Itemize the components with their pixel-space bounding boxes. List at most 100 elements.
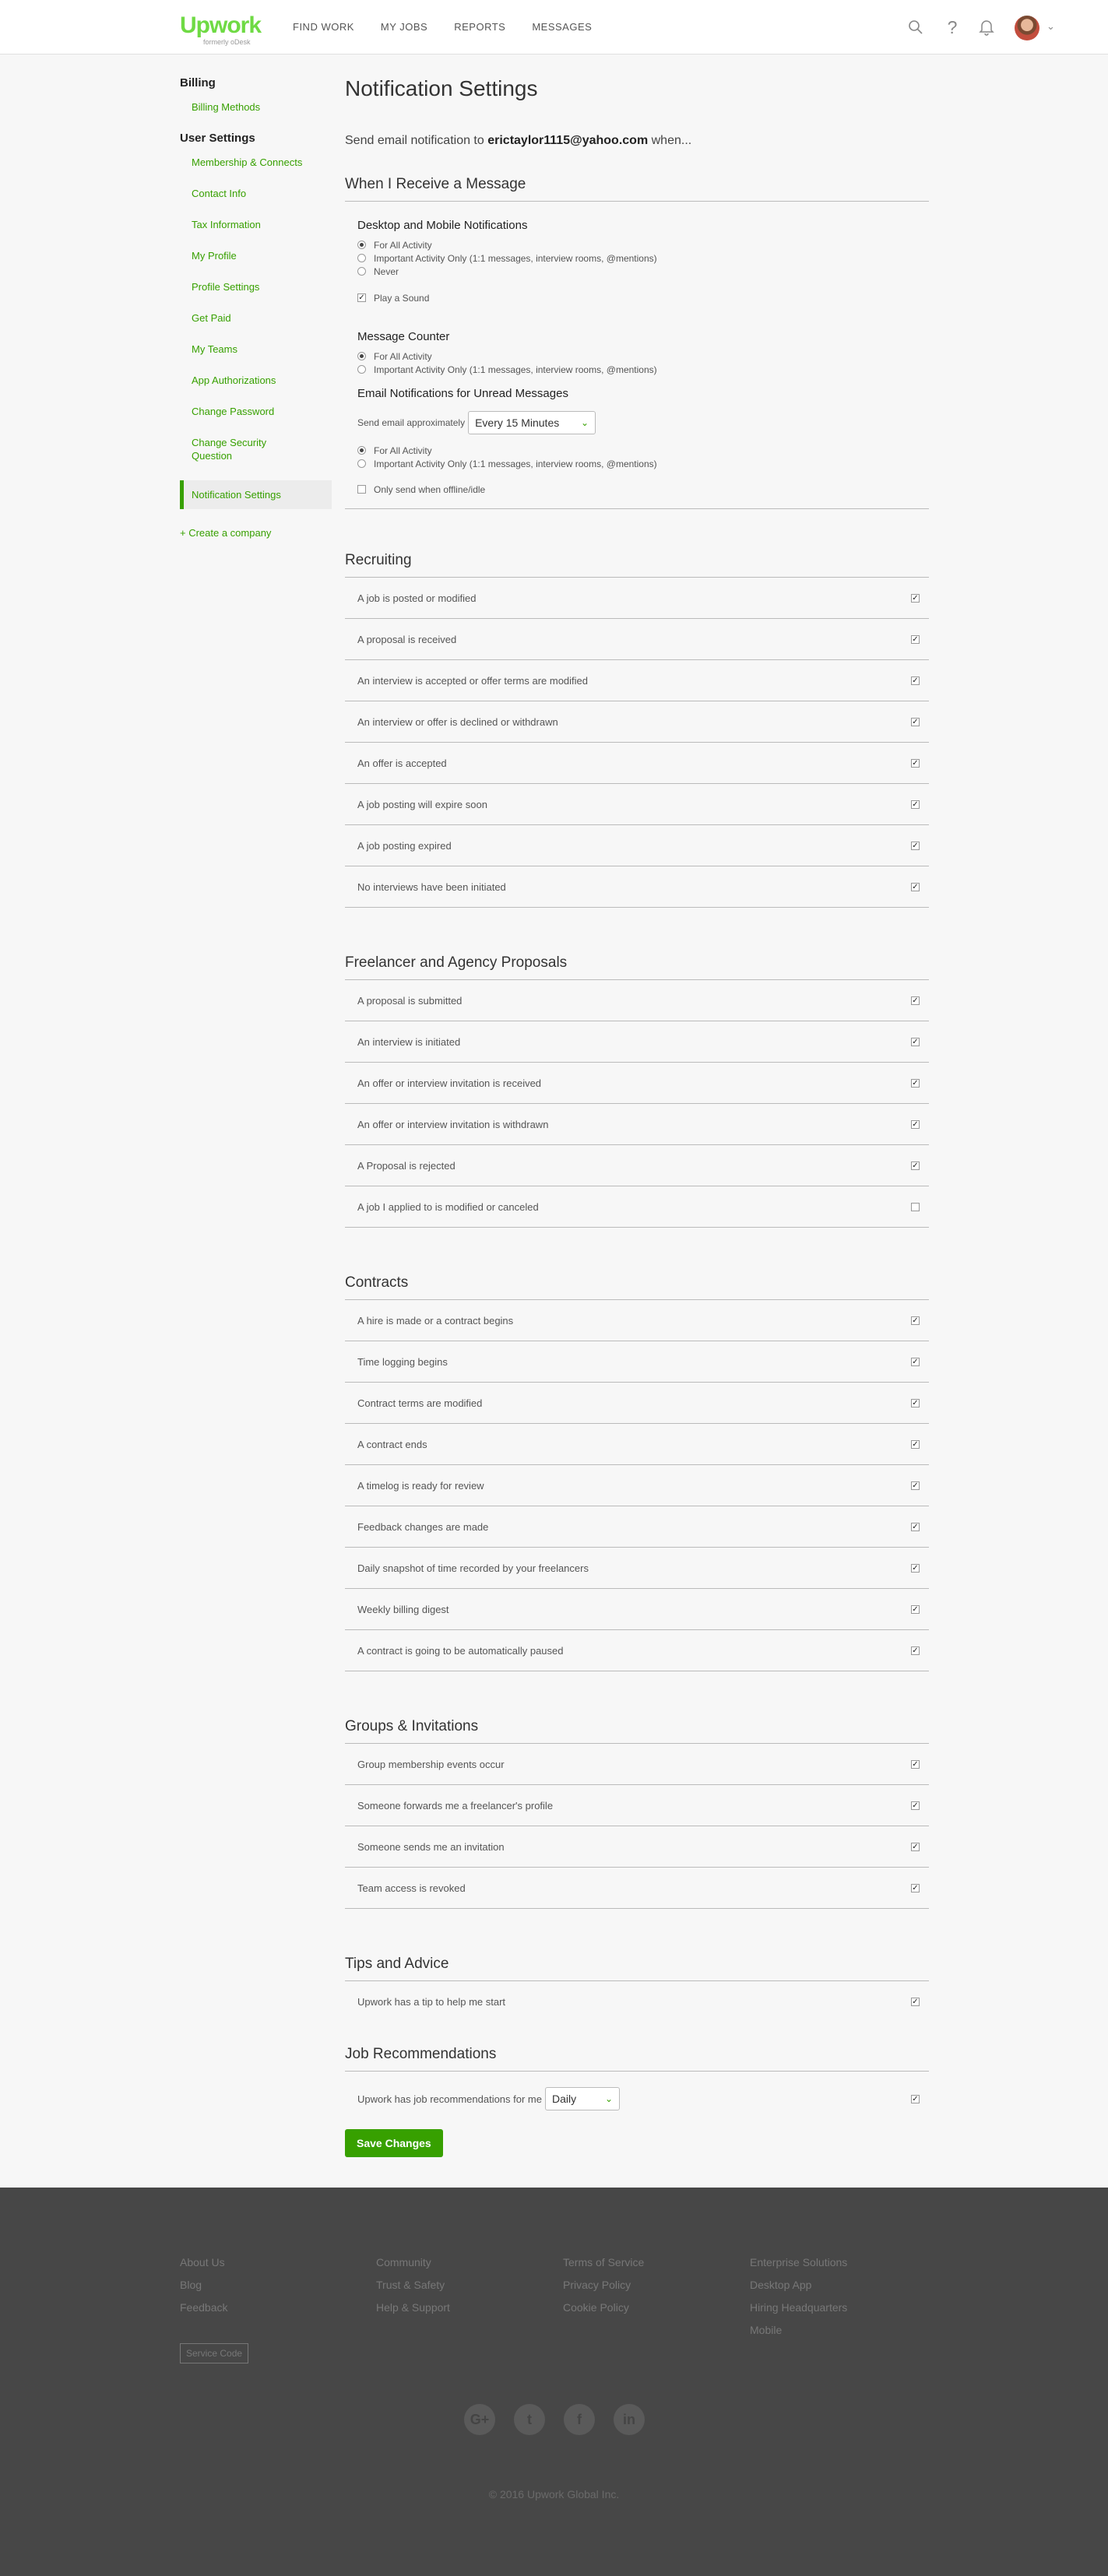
checkbox-checked[interactable]: ✓ [911,841,920,850]
user-avatar[interactable] [1015,16,1039,40]
proposals-row[interactable]: An offer or interview invitation is with… [345,1104,929,1145]
checkbox-checked[interactable]: ✓ [911,1604,920,1614]
radio-unselected[interactable] [357,459,366,468]
proposals-row[interactable]: An offer or interview invitation is rece… [345,1063,929,1104]
twitter-icon[interactable]: t [514,2404,545,2435]
checkbox-checked[interactable]: ✓ [911,1759,920,1769]
groups-row[interactable]: Team access is revoked ✓ [345,1868,929,1909]
footer-link-trust-safety[interactable]: Trust & Safety [376,2279,450,2291]
sidebar-item-app-authorizations[interactable]: App Authorizations [180,374,332,387]
footer-link-mobile[interactable]: Mobile [750,2324,847,2336]
radio-unselected[interactable] [357,254,366,262]
checkbox-checked[interactable]: ✓ [911,634,920,644]
recruiting-row[interactable]: A job posting will expire soon ✓ [345,784,929,825]
radio-unselected[interactable] [357,365,366,374]
footer-link-blog[interactable]: Blog [180,2279,227,2291]
sidebar-item-notification-settings[interactable]: Notification Settings [180,480,332,509]
checkbox-checked[interactable]: ✓ [911,1078,920,1088]
nav-messages[interactable]: MESSAGES [532,21,592,33]
facebook-icon[interactable]: f [564,2404,595,2435]
counter-option-important[interactable]: Important Activity Only (1:1 messages, i… [357,363,929,376]
recruiting-row[interactable]: A job is posted or modified ✓ [345,578,929,619]
checkbox-checked[interactable]: ✓ [911,593,920,603]
checkbox-checked[interactable]: ✓ [911,676,920,685]
sidebar-item-change-password[interactable]: Change Password [180,405,332,418]
offline-only-option[interactable]: Only send when offline/idle [357,483,929,496]
checkbox-checked[interactable]: ✓ [911,1481,920,1490]
nav-my-jobs[interactable]: MY JOBS [381,21,427,33]
checkbox-checked[interactable]: ✓ [911,800,920,809]
checkbox-checked[interactable]: ✓ [911,1439,920,1449]
bell-icon[interactable] [976,17,997,37]
footer-link-desktop-app[interactable]: Desktop App [750,2279,847,2291]
checkbox-unchecked[interactable] [911,1202,920,1211]
desktop-option-never[interactable]: Never [357,265,929,278]
upwork-logo[interactable]: Upwork formerly oDesk [180,14,262,47]
contracts-row[interactable]: A hire is made or a contract begins ✓ [345,1300,929,1341]
groups-row[interactable]: Someone sends me an invitation ✓ [345,1826,929,1868]
email-frequency-select[interactable]: Every 15 Minutes ⌄ [468,411,596,434]
contracts-row[interactable]: Feedback changes are made ✓ [345,1506,929,1548]
footer-link-cookie[interactable]: Cookie Policy [563,2301,644,2314]
create-company-link[interactable]: + Create a company [180,527,332,539]
sidebar-item-membership[interactable]: Membership & Connects [180,156,332,169]
checkbox-checked[interactable]: ✓ [911,996,920,1005]
checkbox-checked[interactable]: ✓ [911,2094,920,2103]
proposals-row[interactable]: A Proposal is rejected ✓ [345,1145,929,1186]
proposals-row[interactable]: An interview is initiated ✓ [345,1021,929,1063]
help-icon[interactable]: ? [942,17,962,37]
google-plus-icon[interactable]: G+ [464,2404,495,2435]
checkbox-checked[interactable]: ✓ [911,1842,920,1851]
play-sound-option[interactable]: ✓ Play a Sound [357,291,929,304]
search-icon[interactable] [906,17,926,37]
groups-row[interactable]: Group membership events occur ✓ [345,1744,929,1785]
sidebar-item-get-paid[interactable]: Get Paid [180,311,332,325]
checkbox-checked[interactable]: ✓ [911,1883,920,1892]
contracts-row[interactable]: Daily snapshot of time recorded by your … [345,1548,929,1589]
footer-link-about[interactable]: About Us [180,2256,227,2268]
checkbox-checked[interactable]: ✓ [911,758,920,768]
recruiting-row[interactable]: An interview or offer is declined or wit… [345,701,929,743]
nav-find-work[interactable]: FIND WORK [293,21,354,33]
sidebar-item-tax-information[interactable]: Tax Information [180,218,332,231]
linkedin-icon[interactable]: in [614,2404,645,2435]
job-recommendations-row[interactable]: Upwork has job recommendations for me Da… [345,2072,929,2126]
sidebar-item-my-teams[interactable]: My Teams [180,343,332,356]
checkbox-checked[interactable]: ✓ [911,1563,920,1573]
footer-link-help-support[interactable]: Help & Support [376,2301,450,2314]
service-code-button[interactable]: Service Code [180,2343,249,2363]
checkbox-checked[interactable]: ✓ [911,1119,920,1129]
job-frequency-select[interactable]: Daily ⌄ [545,2087,620,2110]
contracts-row[interactable]: Time logging begins ✓ [345,1341,929,1383]
recruiting-row[interactable]: An interview is accepted or offer terms … [345,660,929,701]
contracts-row[interactable]: A contract ends ✓ [345,1424,929,1465]
checkbox-checked[interactable]: ✓ [911,882,920,891]
radio-unselected[interactable] [357,267,366,276]
checkbox-checked[interactable]: ✓ [911,1316,920,1325]
contracts-row[interactable]: Contract terms are modified ✓ [345,1383,929,1424]
recruiting-row[interactable]: A proposal is received ✓ [345,619,929,660]
save-changes-button[interactable]: Save Changes [345,2129,443,2157]
email-option-all[interactable]: For All Activity [357,444,929,457]
footer-link-hiring-hq[interactable]: Hiring Headquarters [750,2301,847,2314]
contracts-row[interactable]: Weekly billing digest ✓ [345,1589,929,1630]
checkbox-checked[interactable]: ✓ [911,1801,920,1810]
proposals-row[interactable]: A proposal is submitted ✓ [345,980,929,1021]
footer-link-privacy[interactable]: Privacy Policy [563,2279,644,2291]
checkbox-checked[interactable]: ✓ [357,293,366,302]
checkbox-checked[interactable]: ✓ [911,1161,920,1170]
checkbox-checked[interactable]: ✓ [911,1398,920,1407]
counter-option-all[interactable]: For All Activity [357,350,929,363]
footer-link-community[interactable]: Community [376,2256,450,2268]
checkbox-unchecked[interactable] [357,485,366,494]
radio-selected[interactable] [357,446,366,455]
recruiting-row[interactable]: No interviews have been initiated ✓ [345,866,929,908]
sidebar-item-change-security-question[interactable]: Change Security Question [180,436,273,462]
chevron-down-icon[interactable]: ⌄ [1046,20,1055,33]
desktop-option-important[interactable]: Important Activity Only (1:1 messages, i… [357,251,929,265]
footer-link-enterprise[interactable]: Enterprise Solutions [750,2256,847,2268]
sidebar-item-contact-info[interactable]: Contact Info [180,187,332,200]
checkbox-checked[interactable]: ✓ [911,717,920,726]
nav-reports[interactable]: REPORTS [454,21,505,33]
checkbox-checked[interactable]: ✓ [911,1357,920,1366]
